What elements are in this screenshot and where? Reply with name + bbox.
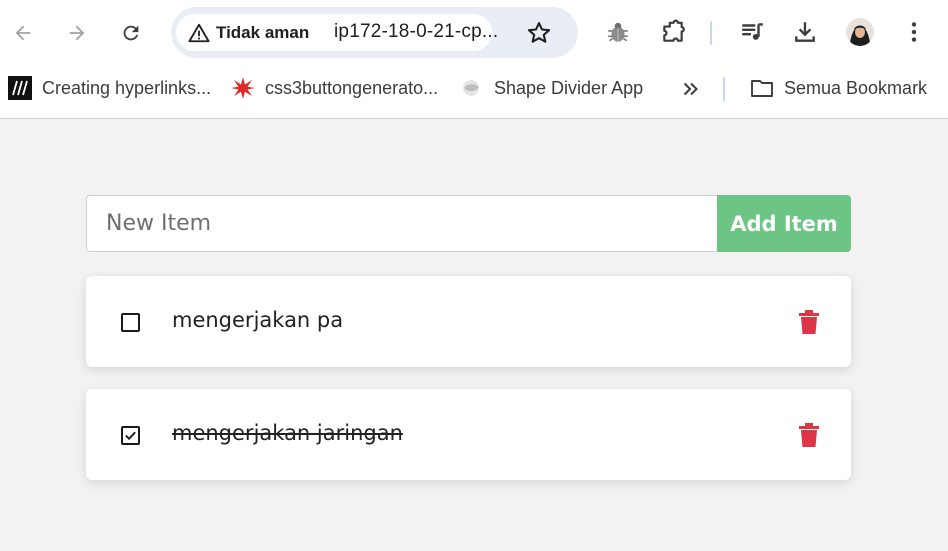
- bookmarks-bar: Creating hyperlinks... css3buttongenerat…: [0, 64, 948, 119]
- trash-icon[interactable]: [799, 310, 819, 334]
- warning-icon: [188, 23, 210, 42]
- bookmark-label: Shape Divider App: [494, 77, 644, 98]
- chevron-double-right-icon[interactable]: [680, 78, 702, 100]
- folder-icon: [750, 76, 774, 100]
- add-item-form: Add Item: [86, 195, 851, 252]
- add-item-button[interactable]: Add Item: [717, 195, 851, 252]
- star-burst-icon: [231, 76, 255, 100]
- extensions-puzzle-icon[interactable]: [659, 18, 687, 46]
- shape-divider-icon: [460, 76, 484, 100]
- url-text[interactable]: ip172-18-0-21-cp...: [334, 21, 498, 43]
- menu-kebab-icon[interactable]: [900, 18, 928, 46]
- browser-toolbar: Tidak aman ip172-18-0-21-cp...: [0, 0, 948, 64]
- todo-item: mengerjakan pa: [86, 276, 851, 367]
- arrow-right-icon: [69, 25, 85, 41]
- bookmark-item[interactable]: Shape Divider App: [460, 75, 643, 101]
- forward-button[interactable]: [60, 16, 94, 50]
- media-queue-icon[interactable]: [738, 18, 766, 46]
- mdn-icon: [8, 76, 32, 100]
- checkmark-icon: [125, 431, 136, 441]
- arrow-left-icon: [15, 25, 31, 41]
- todo-text: mengerjakan pa: [172, 308, 344, 332]
- all-bookmarks-label: Semua Bookmark: [784, 77, 928, 98]
- profile-avatar[interactable]: [846, 18, 874, 46]
- todo-checkbox[interactable]: [121, 426, 140, 445]
- security-chip-label: Tidak aman: [216, 22, 310, 42]
- todo-text: mengerjakan jaringan: [172, 421, 403, 445]
- address-bar[interactable]: Tidak aman ip172-18-0-21-cp...: [171, 7, 578, 58]
- bookmark-star-icon[interactable]: [526, 20, 552, 46]
- toolbar-divider: [710, 21, 712, 45]
- bookmark-label: Creating hyperlinks...: [42, 77, 212, 98]
- reload-icon: [123, 25, 139, 41]
- bookmark-label: css3buttongenerato...: [265, 77, 439, 98]
- bookmark-item[interactable]: Creating hyperlinks...: [8, 75, 211, 101]
- trash-icon[interactable]: [799, 423, 819, 447]
- new-item-input[interactable]: [86, 195, 718, 252]
- bookmark-item[interactable]: css3buttongenerato...: [231, 75, 438, 101]
- back-button[interactable]: [6, 16, 40, 50]
- bug-extension-icon[interactable]: [604, 18, 632, 46]
- download-icon[interactable]: [791, 18, 819, 46]
- reload-button[interactable]: [114, 16, 148, 50]
- todo-item: mengerjakan jaringan: [86, 389, 851, 480]
- all-bookmarks-button[interactable]: Semua Bookmark: [750, 75, 927, 101]
- todo-checkbox[interactable]: [121, 313, 140, 332]
- bookmarks-divider: [723, 77, 725, 101]
